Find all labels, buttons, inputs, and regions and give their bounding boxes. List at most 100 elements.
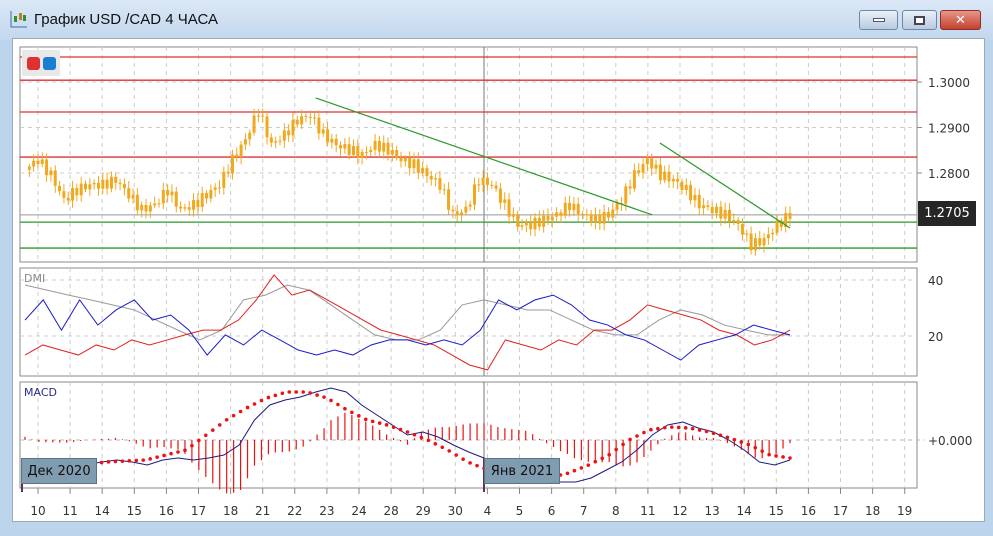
signal-dot [746, 442, 751, 447]
candle-body [676, 178, 680, 182]
blue-theme-button[interactable] [42, 56, 56, 70]
signal-dot [739, 440, 744, 444]
x-tick-label: 18 [223, 504, 238, 518]
signal-dot [210, 428, 215, 432]
candle-body [399, 157, 403, 162]
signal-dot [635, 434, 639, 438]
signal-dot [412, 432, 417, 437]
x-tick-label: 16 [801, 504, 816, 518]
candle-body [84, 183, 88, 190]
candle-body [559, 212, 563, 216]
signal-dot [384, 423, 389, 427]
candle-body [719, 206, 723, 219]
signal-dot [398, 427, 403, 432]
signal-dot [350, 410, 354, 415]
candle-body [434, 178, 438, 180]
candle-body [758, 238, 762, 246]
candle-body [36, 160, 40, 165]
x-tick-label: 16 [159, 504, 174, 518]
candle-body [360, 151, 364, 158]
candle-body [507, 199, 511, 217]
candle-body [550, 216, 554, 221]
candle-body [205, 193, 209, 199]
month-label-jan: Янв 2021 [484, 458, 560, 484]
signal-dot [322, 395, 326, 399]
candle-body [92, 183, 96, 185]
candle-body [641, 164, 645, 173]
candle-body [529, 222, 533, 230]
candle-body [369, 149, 373, 153]
candle-body [179, 206, 183, 209]
candle-body [585, 214, 589, 216]
candle-body [122, 184, 126, 189]
candle-body [213, 187, 217, 190]
signal-dot [628, 437, 632, 442]
candle-body [62, 191, 66, 198]
candle-body [416, 159, 420, 174]
candle-body [403, 157, 407, 162]
candle-body [334, 138, 338, 146]
signal-dot [155, 455, 159, 459]
candle-body [412, 159, 416, 169]
signal-dot [405, 430, 410, 434]
candle-body [680, 181, 684, 191]
signal-dot [774, 454, 778, 458]
candle-body [421, 168, 425, 174]
candle-body [196, 200, 200, 207]
candle-body [598, 214, 602, 224]
signal-dot [565, 471, 570, 476]
signal-dot [252, 402, 257, 406]
x-tick-label: 11 [640, 504, 655, 518]
signal-dot [377, 421, 382, 425]
candle-body [658, 164, 662, 181]
signal-dot [273, 393, 278, 398]
x-tick-label: 10 [30, 504, 45, 518]
candle-body [606, 212, 610, 218]
signal-dot [433, 442, 438, 446]
signal-dot [148, 457, 152, 461]
candle-body [390, 150, 394, 155]
candle-body [287, 130, 291, 136]
candle-body [762, 238, 766, 246]
candle-body [235, 154, 239, 158]
red-theme-button[interactable] [26, 56, 40, 70]
candle-body [723, 209, 727, 219]
candle-body [170, 191, 174, 196]
signal-dot [663, 425, 667, 430]
signal-dot [732, 437, 737, 442]
candle-body [252, 115, 256, 133]
signal-dot [767, 452, 771, 457]
candle-body [455, 211, 459, 215]
price-axis-label: 1.2900 [928, 122, 970, 136]
candle-body [66, 197, 70, 201]
price-panel [19, 46, 918, 263]
candle-body [715, 206, 719, 214]
x-tick-label: 4 [484, 504, 492, 518]
macd-panel [19, 381, 918, 489]
signal-dot [280, 391, 285, 396]
candle-body [602, 212, 606, 224]
candle-body [274, 141, 278, 143]
chart-canvas[interactable]: 10 11 14 15 16 17 18 21 22 23 24 28 29 30 4 5 6 7 8 11 12 13 1… [0, 0, 993, 536]
candle-body [135, 194, 139, 211]
signal-dot [579, 466, 584, 470]
x-tick-label: 12 [672, 504, 687, 518]
candle-body [408, 157, 412, 169]
candle-body [753, 238, 757, 251]
x-tick-label: 23 [319, 504, 334, 518]
candle-body [460, 212, 464, 215]
x-tick-label: 30 [448, 504, 463, 518]
candle-body [105, 179, 109, 189]
signal-dot [426, 438, 431, 443]
candle-body [88, 184, 92, 190]
macd-label: MACD [24, 386, 57, 399]
candle-body [351, 146, 355, 155]
candle-body [364, 151, 368, 153]
x-tick-label: 24 [351, 504, 366, 518]
signal-dot [760, 449, 764, 453]
candle-body [291, 119, 295, 136]
candle-body [79, 183, 83, 196]
candle-body [442, 189, 446, 191]
signal-dot [468, 461, 472, 465]
candle-body [788, 212, 792, 219]
